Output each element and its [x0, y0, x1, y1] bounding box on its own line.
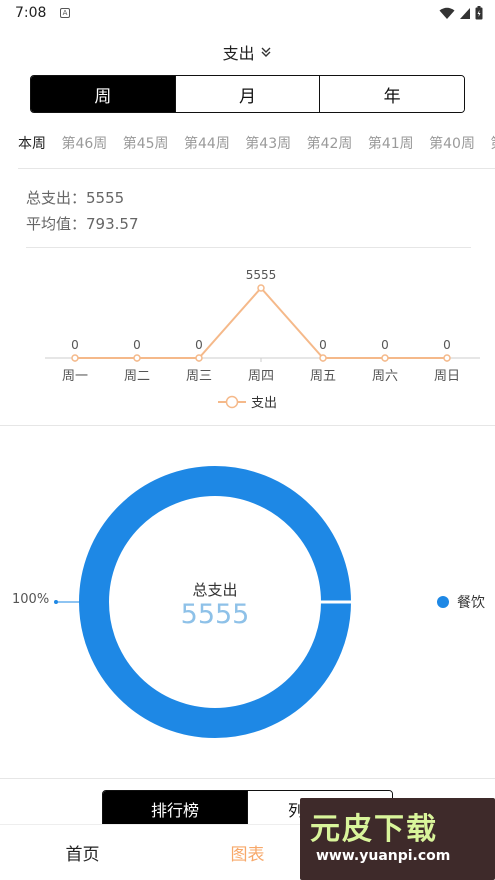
divider	[0, 778, 495, 779]
total-value: 5555	[86, 189, 125, 207]
data-point	[195, 354, 203, 362]
week-item[interactable]: 第44周	[184, 133, 230, 153]
divider	[18, 168, 495, 169]
tab-home[interactable]: 首页	[0, 825, 165, 880]
data-label: 0	[319, 338, 327, 352]
donut-chart-area: 总支出 5555 100% 餐饮	[0, 455, 495, 755]
stats-block: 总支出：5555 平均值：793.57	[26, 185, 139, 237]
avg-label: 平均值：	[26, 215, 87, 233]
period-segment: 周 月 年	[30, 75, 465, 113]
status-time: 7:08	[15, 5, 47, 21]
x-tick-label: 周日	[434, 369, 460, 384]
tab-year[interactable]: 年	[320, 76, 464, 112]
data-label: 0	[71, 338, 79, 352]
week-item[interactable]: 第41周	[368, 133, 414, 153]
week-item[interactable]: 第46周	[61, 133, 107, 153]
watermark-logo: 元皮下载 www.yuanpi.com	[300, 798, 495, 880]
x-tick-label: 周二	[124, 369, 150, 384]
donut-center-label: 总支出	[192, 581, 238, 599]
battery-icon	[475, 6, 483, 20]
tab-ranking[interactable]: 排行榜	[103, 791, 248, 827]
watermark-title: 元皮下载	[310, 812, 438, 847]
data-label: 5555	[246, 268, 277, 282]
legend-label: 支出	[251, 396, 277, 411]
tab-week[interactable]: 周	[31, 76, 176, 112]
week-selector: 本周 第46周 第45周 第44周 第43周 第42周 第41周 第40周 第	[18, 133, 495, 157]
slice-percent-label: 100%	[12, 592, 50, 607]
data-label: 0	[133, 338, 141, 352]
week-item[interactable]: 第	[490, 133, 495, 153]
week-item[interactable]: 本周	[18, 133, 46, 153]
series-line	[75, 286, 447, 359]
week-item[interactable]: 第45周	[123, 133, 169, 153]
status-icons	[439, 6, 483, 20]
data-label: 0	[443, 338, 451, 352]
line-chart: 0 周一 0 周二 0 周三 5555 周四 0 周五 0 周六 0 周日支出	[45, 268, 480, 411]
data-point	[71, 354, 79, 362]
week-item[interactable]: 第40周	[429, 133, 475, 153]
donut-legend: 餐饮	[437, 592, 485, 612]
tab-month[interactable]: 月	[175, 76, 321, 112]
data-label: 0	[195, 338, 203, 352]
wifi-icon	[439, 7, 455, 19]
chevron-down-icon	[257, 47, 273, 62]
status-bar: 7:08 A	[0, 0, 495, 28]
total-label: 总支出：	[26, 189, 87, 207]
data-point	[133, 354, 141, 362]
x-tick-label: 周五	[310, 369, 336, 384]
week-item[interactable]: 第43周	[245, 133, 291, 153]
notification-a-icon: A	[60, 8, 70, 18]
x-tick-label: 周三	[186, 369, 212, 384]
legend-marker-icon	[225, 395, 239, 409]
x-tick-label: 周一	[62, 369, 88, 384]
x-tick-label: 周四	[248, 369, 274, 384]
divider	[26, 247, 471, 248]
data-point	[443, 354, 451, 362]
data-point	[381, 354, 389, 362]
data-point	[257, 284, 265, 292]
data-label: 0	[381, 338, 389, 352]
x-tick-label: 周六	[372, 369, 398, 384]
week-item[interactable]: 第42周	[307, 133, 353, 153]
legend-label: 餐饮	[457, 595, 485, 611]
expense-type-dropdown[interactable]: 支出	[0, 40, 495, 64]
data-point	[319, 354, 327, 362]
avg-value: 793.57	[86, 215, 139, 233]
watermark-url: www.yuanpi.com	[316, 848, 451, 864]
donut-center-value: 5555	[180, 599, 250, 630]
page-title: 支出	[222, 44, 255, 63]
divider	[0, 425, 495, 426]
signal-icon	[460, 7, 470, 19]
legend-dot-icon	[437, 596, 449, 608]
